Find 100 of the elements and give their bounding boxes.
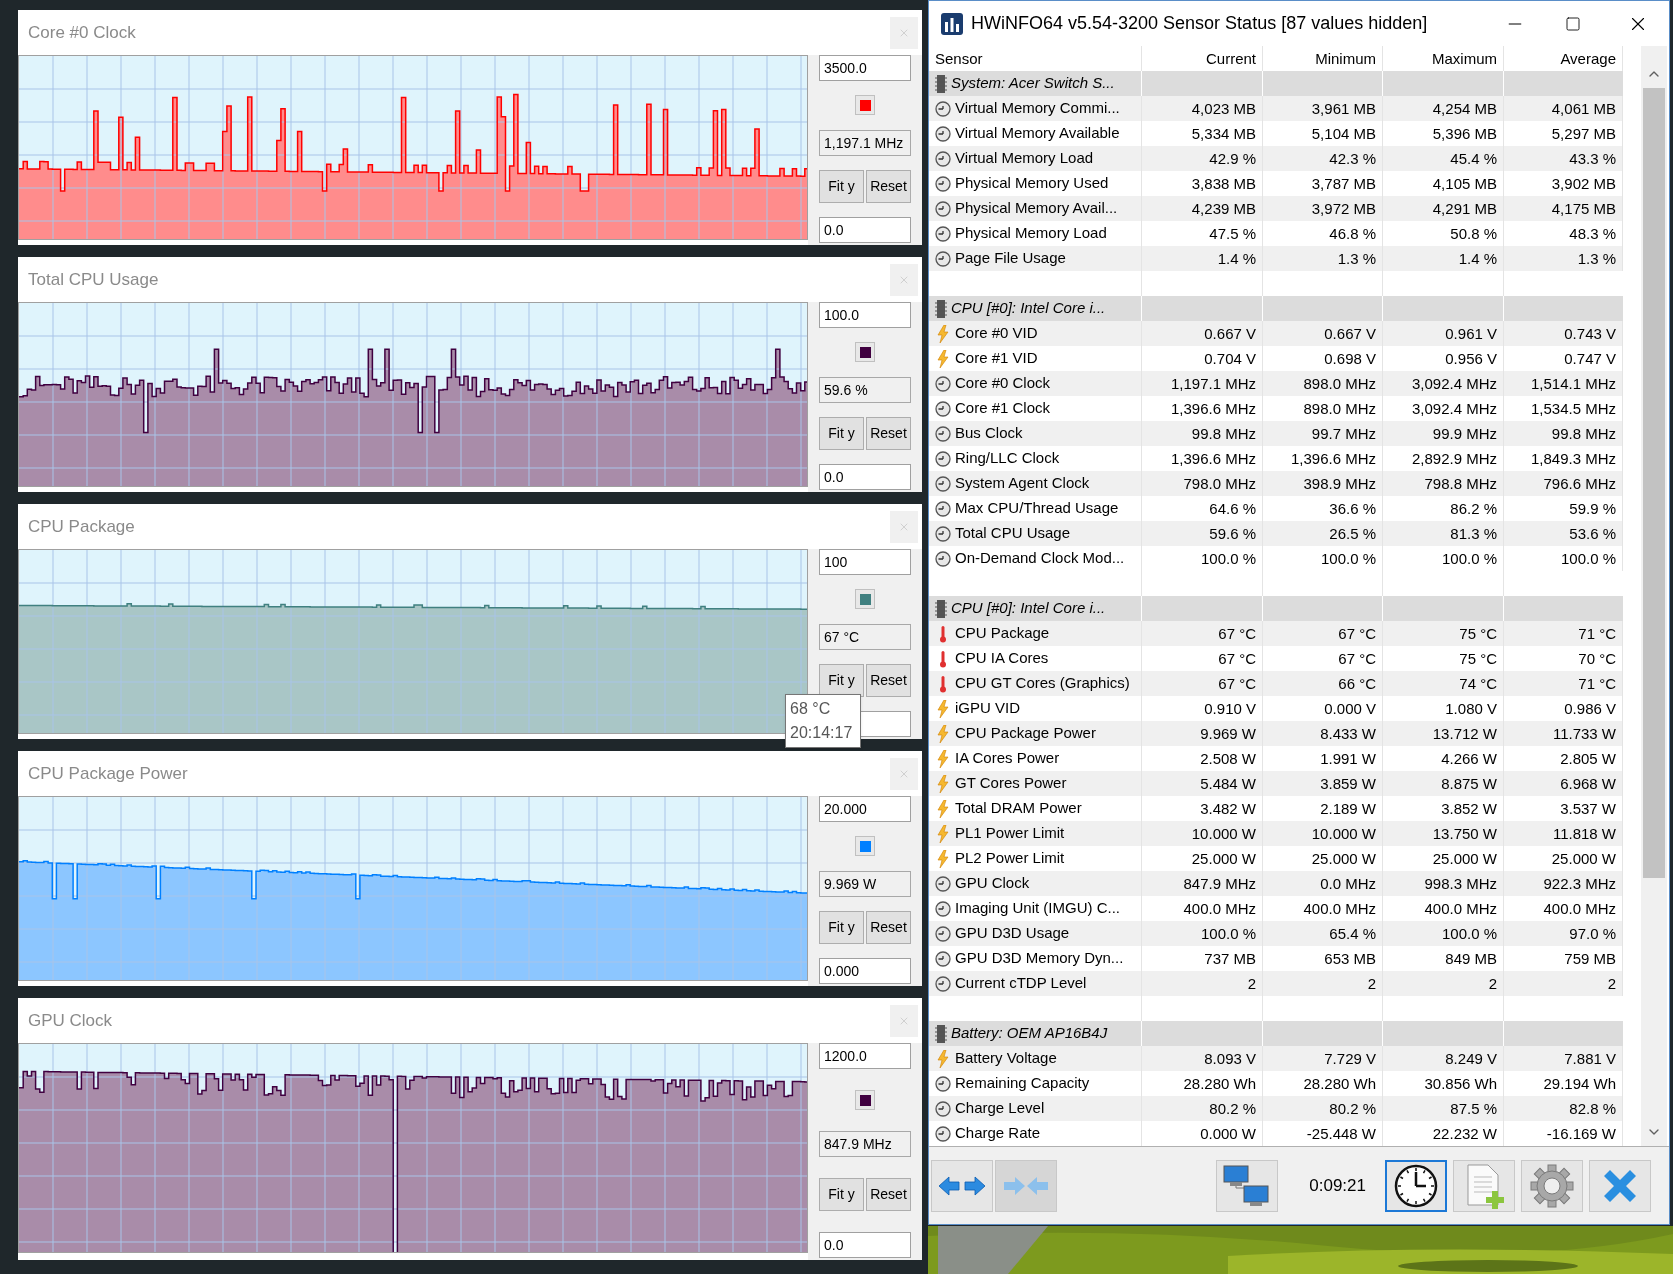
table-row[interactable]: GPU Clock 847.9 MHz 0.0 MHz 998.3 MHz 922.3 MHz bbox=[929, 871, 1623, 896]
chip-icon bbox=[935, 1024, 947, 1043]
table-row[interactable]: Battery Voltage 8.093 V 7.729 V 8.249 V 7.881 V bbox=[929, 1046, 1623, 1071]
color-swatch[interactable] bbox=[855, 836, 875, 857]
group-row[interactable]: System: Acer Switch S... bbox=[929, 71, 1623, 96]
table-row[interactable]: CPU Package 67 °C 67 °C 75 °C 71 °C bbox=[929, 621, 1623, 646]
gauge-icon bbox=[935, 175, 951, 192]
sensor-name: System Agent Clock bbox=[955, 473, 1090, 494]
sensor-name: CPU Package Power bbox=[955, 723, 1096, 744]
min-field[interactable]: 0.0 bbox=[819, 1232, 911, 1258]
gauge-icon bbox=[935, 550, 951, 567]
gauge-icon bbox=[935, 475, 951, 492]
table-row[interactable]: Charge Level 80.2 % 80.2 % 87.5 % 82.8 % bbox=[929, 1096, 1623, 1121]
table-cell: 100.0 % bbox=[1504, 546, 1623, 571]
tooltip-time: 20:14:17 bbox=[790, 723, 854, 743]
table-row[interactable]: Current cTDP Level 2 2 2 2 bbox=[929, 971, 1623, 996]
toolbar-button[interactable] bbox=[1385, 1159, 1447, 1212]
max-field[interactable]: 1200.0 bbox=[819, 1043, 911, 1069]
group-title: CPU [#0]: Intel Core i... bbox=[951, 298, 1106, 319]
sensor-name: Imaging Unit (IMGU) C... bbox=[955, 898, 1121, 919]
graph-button[interactable]: Reset bbox=[866, 910, 911, 944]
group-row[interactable]: CPU [#0]: Intel Core i... bbox=[929, 296, 1623, 321]
elapsed-time: 0:09:21 bbox=[1308, 1174, 1366, 1197]
sensor-name: Remaining Capacity bbox=[955, 1073, 1090, 1094]
graph-button[interactable]: Fit y bbox=[819, 169, 864, 203]
table-row[interactable]: PL1 Power Limit 10.000 W 10.000 W 13.750 W 11.818 W bbox=[929, 821, 1623, 846]
gauge-icon bbox=[935, 975, 951, 992]
sensor-name: Virtual Memory Available bbox=[955, 123, 1120, 144]
sensor-name: PL2 Power Limit bbox=[955, 848, 1065, 869]
gauge-icon bbox=[935, 1075, 951, 1092]
sensor-name: Core #0 Clock bbox=[955, 373, 1051, 394]
graph-button[interactable]: Reset bbox=[866, 1178, 911, 1211]
sensor-name: Page File Usage bbox=[955, 248, 1066, 269]
table-row[interactable]: System Agent Clock 798.0 MHz 398.9 MHz 798.8 MHz 796.6 MHz bbox=[929, 471, 1623, 496]
graph-button[interactable]: Fit y bbox=[819, 1178, 864, 1211]
table-row[interactable]: Physical Memory Avail... 4,239 MB 3,972 MB 4,291 MB 4,175 MB bbox=[929, 196, 1623, 221]
scrollbar-thumb[interactable] bbox=[1643, 88, 1665, 878]
table-row[interactable]: Bus Clock 99.8 MHz 99.7 MHz 99.9 MHz 99.8 MHz bbox=[929, 421, 1623, 446]
sensor-name: Charge Rate bbox=[955, 1123, 1041, 1144]
table-row[interactable]: CPU GT Cores (Graphics) 67 °C 66 °C 74 °C 71 °C bbox=[929, 671, 1623, 696]
table-row[interactable]: Core #0 Clock 1,197.1 MHz 898.0 MHz 3,092.4 MHz 1,514.1 MHz bbox=[929, 371, 1623, 396]
sensor-name: CPU IA Cores bbox=[955, 648, 1049, 669]
scrollbar[interactable] bbox=[1641, 46, 1667, 1146]
graph-button[interactable]: Reset bbox=[866, 169, 911, 203]
gauge-icon bbox=[935, 200, 951, 217]
sensor-name: Max CPU/Thread Usage bbox=[955, 498, 1119, 519]
max-field[interactable]: 100 bbox=[819, 549, 911, 575]
min-field[interactable]: 0.0 bbox=[819, 464, 911, 490]
sensor-name: CPU GT Cores (Graphics) bbox=[955, 673, 1130, 694]
sensor-name: GPU D3D Memory Dyn... bbox=[955, 948, 1124, 969]
color-swatch[interactable] bbox=[855, 589, 875, 610]
gauge-icon bbox=[935, 100, 951, 117]
table-row[interactable]: Total CPU Usage 59.6 % 26.5 % 81.3 % 53.6 % bbox=[929, 521, 1623, 546]
table-row[interactable]: CPU Package Power 9.969 W 8.433 W 13.712 W 11.733 W bbox=[929, 721, 1623, 746]
max-field[interactable]: 3500.0 bbox=[819, 55, 911, 81]
graph-button[interactable]: Fit y bbox=[819, 910, 864, 944]
sensor-name: Virtual Memory Load bbox=[955, 148, 1094, 169]
graph-title: CPU Package bbox=[27, 515, 135, 538]
tooltip-value: 68 °C bbox=[790, 699, 832, 719]
sensor-name: Battery Voltage bbox=[955, 1048, 1057, 1069]
clock-icon bbox=[1394, 1163, 1438, 1208]
graph-button[interactable]: Reset bbox=[866, 663, 911, 697]
lightning-icon bbox=[937, 824, 949, 843]
color-swatch[interactable] bbox=[855, 95, 875, 116]
max-field[interactable]: 20.000 bbox=[819, 796, 911, 822]
group-row[interactable]: Battery: OEM AP16B4J bbox=[929, 1021, 1623, 1046]
sensor-name: CPU Package bbox=[955, 623, 1050, 644]
max-field[interactable]: 100.0 bbox=[819, 302, 911, 328]
group-row[interactable]: CPU [#0]: Intel Core i... bbox=[929, 596, 1623, 621]
min-field[interactable]: 0.000 bbox=[819, 958, 911, 984]
lightning-icon bbox=[937, 799, 949, 818]
sensor-name: Physical Memory Used bbox=[955, 173, 1109, 194]
table-row[interactable]: GT Cores Power 5.484 W 3.859 W 8.875 W 6.968 W bbox=[929, 771, 1623, 796]
lightning-icon bbox=[937, 774, 949, 793]
sensor-name: On-Demand Clock Mod... bbox=[955, 548, 1125, 569]
table-row[interactable]: GPU D3D Usage 100.0 % 65.4 % 100.0 % 97.0 % bbox=[929, 921, 1623, 946]
window-title: HWiNFO64 v5.54-3200 Sensor Status [87 values hidden] bbox=[971, 12, 1428, 35]
sensor-name: Core #0 VID bbox=[955, 323, 1038, 344]
current-reading: 1,197.1 MHz bbox=[819, 129, 911, 156]
sensor-name: Virtual Memory Commi... bbox=[955, 98, 1120, 119]
graph-button[interactable]: Reset bbox=[866, 416, 911, 450]
table-cell: 2 bbox=[1142, 971, 1263, 996]
maximize-icon[interactable] bbox=[1565, 15, 1581, 32]
color-swatch[interactable] bbox=[855, 342, 875, 363]
table-row[interactable]: Virtual Memory Commi... 4,023 MB 3,961 MB 4,254 MB 4,061 MB bbox=[929, 96, 1623, 121]
min-field[interactable]: 0.0 bbox=[819, 217, 911, 243]
gauge-icon bbox=[935, 900, 951, 917]
lightning-icon bbox=[937, 324, 949, 343]
current-reading: 9.969 W bbox=[819, 870, 911, 897]
table-row[interactable]: Virtual Memory Load 42.9 % 42.3 % 45.4 % 43.3 % bbox=[929, 146, 1623, 171]
sensor-name: Current cTDP Level bbox=[955, 973, 1087, 994]
gauge-icon bbox=[935, 925, 951, 942]
sensor-name: Charge Level bbox=[955, 1098, 1045, 1119]
table-row[interactable]: Page File Usage 1.4 % 1.3 % 1.4 % 1.3 % bbox=[929, 246, 1623, 271]
table-cell: 100.0 % bbox=[1263, 546, 1383, 571]
graph-button[interactable]: Fit y bbox=[819, 663, 864, 697]
table-row[interactable]: Core #0 VID 0.667 V 0.667 V 0.961 V 0.743 V bbox=[929, 321, 1623, 346]
graph-title: Total CPU Usage bbox=[27, 268, 159, 291]
gauge-icon bbox=[935, 525, 951, 542]
graph-button[interactable]: Fit y bbox=[819, 416, 864, 450]
